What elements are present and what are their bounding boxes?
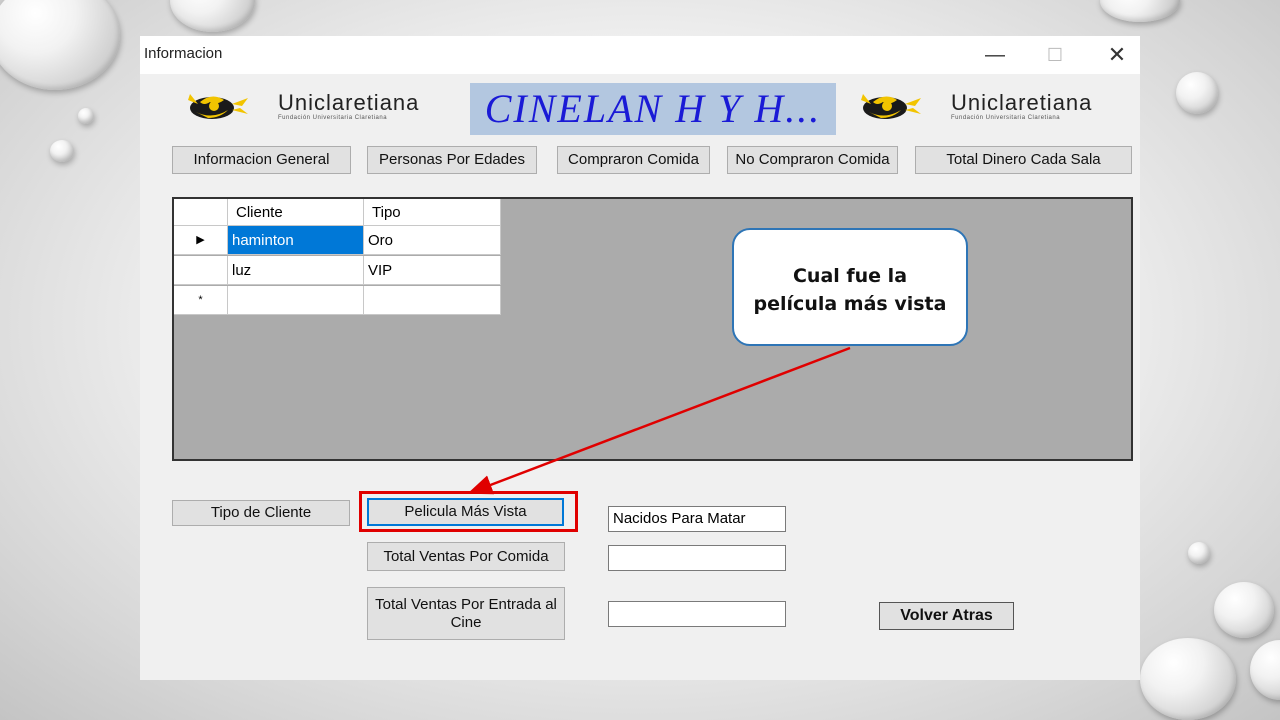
annotation-callout: Cual fue la película más vista [732, 228, 968, 346]
cell-cliente[interactable]: haminton [228, 226, 364, 255]
uniclaretiana-logo-right: Uniclaretiana Fundación Universitaria Cl… [855, 88, 1125, 128]
water-drop-decoration [1188, 542, 1210, 564]
logo-text: Uniclaretiana [278, 90, 420, 115]
total-ventas-comida-button[interactable]: Total Ventas Por Comida [367, 542, 565, 571]
water-drop-decoration [50, 140, 74, 162]
informacion-general-button[interactable]: Informacion General [172, 146, 351, 174]
grid-corner-cell[interactable] [174, 199, 228, 226]
total-ventas-entrada-output[interactable] [608, 601, 786, 627]
form-client-area: Uniclaretiana Fundación Universitaria Cl… [140, 74, 1140, 680]
water-drop-decoration [1140, 638, 1236, 720]
water-drop-decoration [170, 0, 255, 32]
window-title: Informacion [144, 45, 223, 62]
water-drop-decoration [1250, 640, 1280, 700]
total-ventas-comida-output[interactable] [608, 545, 786, 571]
sun-logo-icon [188, 94, 248, 119]
clientes-datagrid[interactable]: Cliente Tipo ▶ haminton Oro luz VIP * [172, 197, 1133, 461]
water-drop-decoration [0, 0, 120, 90]
cell-tipo[interactable] [364, 286, 501, 315]
personas-por-edades-button[interactable]: Personas Por Edades [367, 146, 537, 174]
cinema-banner: CINELAN H Y H... [470, 83, 836, 135]
water-drop-decoration [1214, 582, 1274, 638]
column-header-tipo[interactable]: Tipo [364, 199, 501, 226]
logo-text: Uniclaretiana [951, 90, 1093, 115]
banner-title: CINELAN H Y H... [484, 86, 822, 131]
new-row-asterisk-icon[interactable]: * [174, 286, 228, 315]
no-compraron-comida-button[interactable]: No Compraron Comida [727, 146, 898, 174]
app-window: Informacion — ☐ ✕ Uniclaretiana Fundació… [140, 36, 1140, 680]
cell-tipo[interactable]: VIP [364, 256, 501, 285]
cell-cliente[interactable] [228, 286, 364, 315]
cell-cliente[interactable]: luz [228, 256, 364, 285]
column-header-cliente[interactable]: Cliente [228, 199, 364, 226]
close-icon[interactable]: ✕ [1094, 40, 1140, 70]
water-drop-decoration [1176, 72, 1218, 114]
compraron-comida-button[interactable]: Compraron Comida [557, 146, 710, 174]
minimize-icon[interactable]: — [972, 40, 1018, 70]
logo-subtext: Fundación Universitaria Claretiana [951, 115, 1061, 121]
volver-atras-button[interactable]: Volver Atras [879, 602, 1014, 630]
cell-tipo[interactable]: Oro [364, 226, 501, 255]
uniclaretiana-logo-left: Uniclaretiana Fundación Universitaria Cl… [182, 88, 452, 128]
water-drop-decoration [1100, 0, 1180, 22]
logo-subtext: Fundación Universitaria Claretiana [278, 115, 388, 121]
row-selector-arrow-icon[interactable]: ▶ [174, 226, 228, 255]
callout-text: Cual fue la película más vista [753, 265, 947, 315]
title-bar: Informacion — ☐ ✕ [140, 36, 1140, 74]
total-ventas-entrada-button[interactable]: Total Ventas Por Entrada al Cine [367, 587, 565, 640]
row-selector[interactable] [174, 256, 228, 285]
pelicula-mas-vista-output[interactable]: Nacidos Para Matar [608, 506, 786, 532]
total-dinero-cada-sala-button[interactable]: Total Dinero Cada Sala [915, 146, 1132, 174]
tipo-de-cliente-button[interactable]: Tipo de Cliente [172, 500, 350, 526]
maximize-icon[interactable]: ☐ [1032, 40, 1078, 70]
sun-logo-icon [861, 94, 921, 119]
highlight-box [359, 491, 578, 532]
water-drop-decoration [78, 108, 94, 124]
